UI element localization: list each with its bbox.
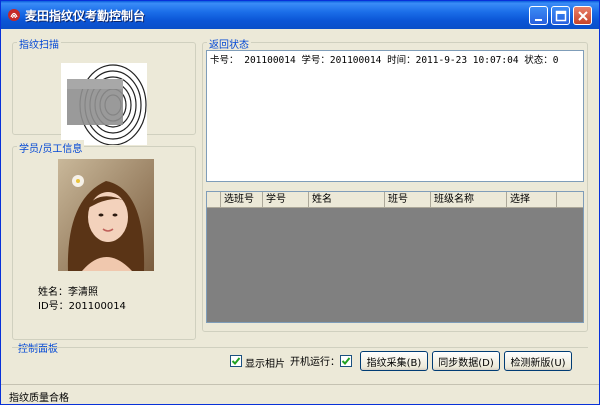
auto-start-label: 开机运行：: [290, 357, 340, 368]
person-name: 姓名：李清照: [38, 283, 98, 298]
grid-header: 选班号 学号 姓名 班号 班级名称 选择: [207, 192, 583, 208]
person-info-group-title: 学员/员工信息: [17, 140, 85, 155]
grid-col-student-id[interactable]: 学号: [263, 192, 309, 208]
status-log-line: 卡号： 201100014 学号：201100014 时间：2011-9-23 …: [210, 55, 559, 66]
minimize-icon: [535, 19, 542, 21]
window-title: 麦田指纹仪考勤控制台: [25, 9, 146, 23]
person-photo: [58, 159, 154, 271]
fingerprint-icon: [67, 64, 147, 145]
client-area: 指纹扫描 学员/员工信息 姓名：李清照 ID号：201100014 返回状态 卡…: [4, 29, 596, 384]
sync-data-button[interactable]: 同步数据(D): [432, 351, 500, 371]
show-photo-label: 显示相片: [245, 359, 285, 370]
fingerprint-collect-button[interactable]: 指纹采集(B): [360, 351, 428, 371]
status-bar: 指纹质量合格: [1, 384, 599, 404]
checkmark-icon: [341, 357, 351, 365]
checkmark-icon: [231, 357, 241, 365]
data-grid[interactable]: 选班号 学号 姓名 班号 班级名称 选择: [206, 191, 584, 323]
id-value: 201100014: [68, 301, 126, 312]
close-icon: [578, 11, 588, 21]
status-log[interactable]: 卡号： 201100014 学号：201100014 时间：2011-9-23 …: [206, 50, 584, 182]
auto-start-checkbox[interactable]: [340, 355, 352, 367]
fingerprint-group-title: 指纹扫描: [17, 36, 61, 51]
grid-col-class-no[interactable]: 班号: [385, 192, 431, 208]
status-group-title: 返回状态: [207, 36, 251, 51]
grid-row-header: [207, 192, 221, 208]
show-photo-checkbox[interactable]: [230, 355, 242, 367]
close-button[interactable]: [573, 6, 592, 25]
app-window: 麦田指纹仪考勤控制台 指纹扫描 学员/员工信息 姓名：李清照 ID号：20110…: [0, 0, 600, 405]
minimize-button[interactable]: [529, 6, 548, 25]
fingerprint-app-icon: [8, 9, 20, 21]
fingerprint-group: 指纹扫描: [12, 36, 196, 145]
grid-col-name[interactable]: 姓名: [309, 192, 385, 208]
grid-col-select[interactable]: 选择: [507, 192, 557, 208]
maximize-button[interactable]: [551, 6, 570, 25]
check-update-button[interactable]: 检测新版(U): [504, 351, 572, 371]
grid-col-class-select[interactable]: 选班号: [221, 192, 263, 208]
person-id: ID号：201100014: [38, 297, 126, 312]
grid-col-class-name[interactable]: 班级名称: [431, 192, 507, 208]
maximize-icon: [555, 10, 567, 22]
status-bar-text: 指纹质量合格: [9, 393, 69, 404]
person-photo-icon: [58, 159, 154, 271]
id-label: ID号：: [38, 301, 69, 312]
title-bar[interactable]: 麦田指纹仪考勤控制台: [1, 1, 599, 29]
fingerprint-image: [61, 63, 147, 145]
